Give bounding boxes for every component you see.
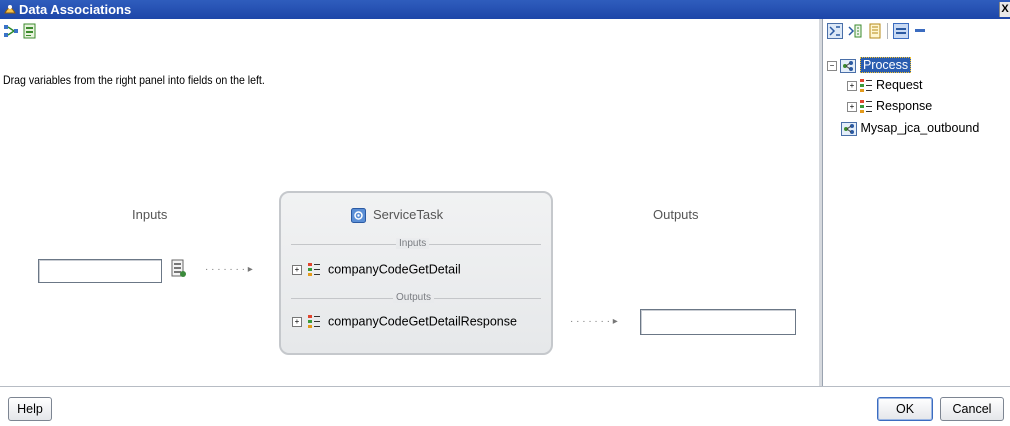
variable-icon[interactable] xyxy=(22,23,38,39)
window-title: Data Associations xyxy=(19,2,132,17)
toolbar-separator xyxy=(887,23,888,39)
structure-icon xyxy=(860,78,873,92)
input-field[interactable] xyxy=(38,259,162,283)
expand-toggle[interactable]: + xyxy=(847,101,857,112)
title-bar: Data Associations X xyxy=(0,0,1010,19)
service-icon xyxy=(351,208,366,223)
tree-node-label: Mysap_jca_outbound xyxy=(860,121,980,135)
collapse-toggle[interactable]: − xyxy=(827,60,837,71)
structure-icon xyxy=(308,262,321,276)
input-item-label: companyCodeGetDetail xyxy=(327,262,461,277)
variables-panel: − Process + Request + Response Mysap_jca… xyxy=(822,19,1010,386)
ok-button[interactable]: OK xyxy=(877,397,933,421)
map-icon[interactable] xyxy=(3,23,19,39)
expand-toggle[interactable]: + xyxy=(847,80,857,91)
close-button[interactable]: X xyxy=(999,2,1010,17)
expression-icon[interactable] xyxy=(847,23,863,39)
outputs-label: Outputs xyxy=(653,207,699,222)
output-item[interactable]: + companyCodeGetDetailResponse xyxy=(292,314,517,329)
input-item[interactable]: + companyCodeGetDetail xyxy=(292,262,461,277)
inputs-section-label: Inputs xyxy=(396,238,430,249)
outputs-section-label: Outputs xyxy=(393,292,435,303)
process-icon xyxy=(840,58,857,73)
app-icon xyxy=(4,5,16,14)
help-button[interactable]: Help xyxy=(8,397,52,421)
expand-icon[interactable]: + xyxy=(292,316,302,327)
input-connector: · · · · · · · ▸ xyxy=(205,264,253,275)
instruction-text: Drag variables from the right panel into… xyxy=(3,73,265,87)
output-field[interactable] xyxy=(640,309,796,335)
expand-icon[interactable]: + xyxy=(292,264,302,275)
tree-node-process[interactable]: − Process xyxy=(827,57,912,73)
dialog-footer: Help OK Cancel xyxy=(0,386,1010,426)
mapping-panel: Drag variables from the right panel into… xyxy=(0,19,822,386)
cancel-button[interactable]: Cancel xyxy=(940,397,1004,421)
structure-icon xyxy=(860,99,873,113)
tree-node-label: Request xyxy=(875,78,923,92)
output-item-label: companyCodeGetDetailResponse xyxy=(327,314,517,329)
tree-node-label: Process xyxy=(859,57,912,73)
panel-icon[interactable] xyxy=(893,23,909,39)
tree-node-request[interactable]: + Request xyxy=(847,78,923,93)
filter-icon[interactable] xyxy=(827,23,843,39)
tree-node-mysap[interactable]: Mysap_jca_outbound xyxy=(841,121,979,136)
service-task-title: ServiceTask xyxy=(373,207,444,222)
document-icon[interactable] xyxy=(867,23,883,39)
tree-node-label: Response xyxy=(875,99,933,113)
service-task-box: ServiceTask Inputs + companyCodeGetDetai… xyxy=(279,191,553,355)
expression-builder-icon[interactable] xyxy=(170,259,188,279)
structure-icon xyxy=(308,314,321,328)
collapse-icon[interactable] xyxy=(913,23,929,39)
inputs-label: Inputs xyxy=(132,207,168,222)
tree-node-response[interactable]: + Response xyxy=(847,99,932,114)
service-icon xyxy=(841,121,857,136)
output-connector: · · · · · · · ▸ xyxy=(570,316,618,327)
